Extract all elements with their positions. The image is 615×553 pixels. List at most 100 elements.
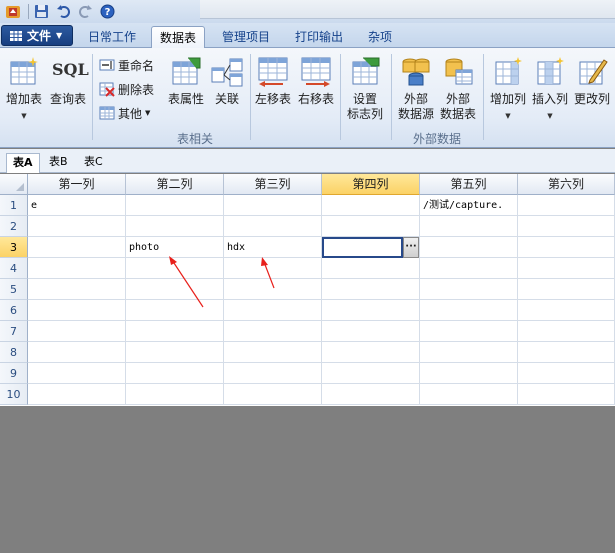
move-table-right-button[interactable]: 右移表: [297, 56, 335, 107]
grid-cell[interactable]: [126, 195, 224, 216]
table-properties-button[interactable]: 表属性: [166, 56, 206, 107]
grid-cell[interactable]: [126, 258, 224, 279]
external-datasource-button[interactable]: 外部 数据源: [396, 56, 436, 122]
grid-cell[interactable]: [28, 237, 126, 258]
grid-cell[interactable]: [28, 279, 126, 300]
relation-button[interactable]: 关联: [210, 56, 244, 107]
grid-cell[interactable]: [126, 300, 224, 321]
save-icon[interactable]: [32, 2, 51, 21]
column-header[interactable]: 第三列: [224, 174, 322, 195]
other-button[interactable]: 其他 ▼: [99, 102, 150, 124]
grid-cell[interactable]: [518, 237, 615, 258]
row-header[interactable]: 6: [0, 300, 28, 321]
row-header[interactable]: 10: [0, 384, 28, 405]
grid-cell[interactable]: [322, 216, 420, 237]
grid-cell[interactable]: [28, 258, 126, 279]
grid-cell[interactable]: [126, 216, 224, 237]
grid-cell[interactable]: [322, 321, 420, 342]
row-header[interactable]: 5: [0, 279, 28, 300]
grid-cell[interactable]: [126, 363, 224, 384]
data-grid[interactable]: e/测试/capture. photo hdx ··· 第一列 第二列 第三列 第四列 第五…: [0, 174, 615, 406]
grid-cell[interactable]: [322, 300, 420, 321]
grid-cell[interactable]: [322, 279, 420, 300]
grid-cell[interactable]: [28, 384, 126, 405]
tab-daily-work[interactable]: 日常工作: [80, 26, 144, 48]
tab-data-table[interactable]: 数据表: [151, 26, 206, 48]
grid-cell[interactable]: [518, 384, 615, 405]
grid-cell[interactable]: [224, 195, 322, 216]
grid-cell[interactable]: [28, 363, 126, 384]
tab-manage-project[interactable]: 管理项目: [214, 26, 278, 48]
grid-cell[interactable]: [28, 321, 126, 342]
cell-editor-input[interactable]: [322, 237, 403, 258]
grid-cell[interactable]: [224, 300, 322, 321]
grid-cell[interactable]: [518, 342, 615, 363]
insert-column-button[interactable]: 插入列 ▼: [530, 56, 570, 124]
grid-cell[interactable]: [28, 300, 126, 321]
grid-cell[interactable]: [420, 258, 518, 279]
tab-print-output[interactable]: 打印输出: [287, 26, 351, 48]
grid-cell[interactable]: [224, 279, 322, 300]
grid-cell[interactable]: [126, 321, 224, 342]
grid-cell[interactable]: [28, 342, 126, 363]
grid-cell[interactable]: [224, 321, 322, 342]
grid-cell[interactable]: [518, 195, 615, 216]
sheet-tab-b[interactable]: 表B: [43, 153, 74, 173]
help-icon[interactable]: ?: [98, 2, 117, 21]
grid-cell[interactable]: [420, 384, 518, 405]
grid-cell[interactable]: [322, 363, 420, 384]
grid-cell[interactable]: [518, 216, 615, 237]
row-header[interactable]: 4: [0, 258, 28, 279]
grid-cell[interactable]: [518, 321, 615, 342]
delete-table-button[interactable]: 删除表: [99, 78, 154, 100]
grid-cell[interactable]: photo: [126, 237, 224, 258]
column-header[interactable]: 第五列: [420, 174, 518, 195]
row-header[interactable]: 3: [0, 237, 28, 258]
grid-cell[interactable]: [224, 216, 322, 237]
grid-cell[interactable]: [126, 342, 224, 363]
change-column-button[interactable]: 更改列: [572, 56, 612, 107]
rename-button[interactable]: 重命名: [99, 54, 154, 76]
grid-cell[interactable]: [126, 279, 224, 300]
grid-cell[interactable]: [518, 363, 615, 384]
column-header[interactable]: 第四列: [322, 174, 420, 195]
grid-cell[interactable]: [420, 321, 518, 342]
grid-cell[interactable]: e: [28, 195, 126, 216]
row-header[interactable]: 8: [0, 342, 28, 363]
add-column-button[interactable]: 增加列 ▼: [488, 56, 528, 124]
grid-cell[interactable]: [518, 258, 615, 279]
column-header[interactable]: 第六列: [518, 174, 615, 195]
grid-cell[interactable]: [420, 342, 518, 363]
grid-cell[interactable]: [420, 216, 518, 237]
row-header[interactable]: 1: [0, 195, 28, 216]
add-table-button[interactable]: 增加表 ▼: [6, 56, 42, 124]
grid-cell[interactable]: [28, 216, 126, 237]
file-menu-button[interactable]: 文件 ▼: [1, 25, 73, 46]
grid-cell[interactable]: [224, 384, 322, 405]
grid-cell[interactable]: /测试/capture.: [420, 195, 518, 216]
column-header[interactable]: 第二列: [126, 174, 224, 195]
external-table-button[interactable]: 外部 数据表: [438, 56, 478, 122]
grid-cell[interactable]: [224, 363, 322, 384]
grid-cell[interactable]: [322, 195, 420, 216]
redo-icon[interactable]: [76, 2, 95, 21]
grid-cell[interactable]: [420, 300, 518, 321]
grid-cell[interactable]: [224, 258, 322, 279]
row-header[interactable]: 7: [0, 321, 28, 342]
sheet-tab-c[interactable]: 表C: [78, 153, 109, 173]
grid-cell[interactable]: hdx: [224, 237, 322, 258]
row-header[interactable]: 2: [0, 216, 28, 237]
grid-cell[interactable]: [518, 300, 615, 321]
sheet-tab-a[interactable]: 表A: [6, 153, 40, 173]
grid-cell[interactable]: [224, 342, 322, 363]
grid-cell[interactable]: [126, 384, 224, 405]
select-all-corner[interactable]: [0, 174, 28, 195]
cell-editor-ellipsis-button[interactable]: ···: [403, 237, 419, 258]
grid-cell[interactable]: [420, 363, 518, 384]
grid-cell[interactable]: [420, 237, 518, 258]
row-header[interactable]: 9: [0, 363, 28, 384]
query-table-button[interactable]: SQL 查询表: [49, 56, 89, 107]
undo-icon[interactable]: [54, 2, 73, 21]
grid-cell[interactable]: [322, 258, 420, 279]
grid-cell[interactable]: [322, 384, 420, 405]
